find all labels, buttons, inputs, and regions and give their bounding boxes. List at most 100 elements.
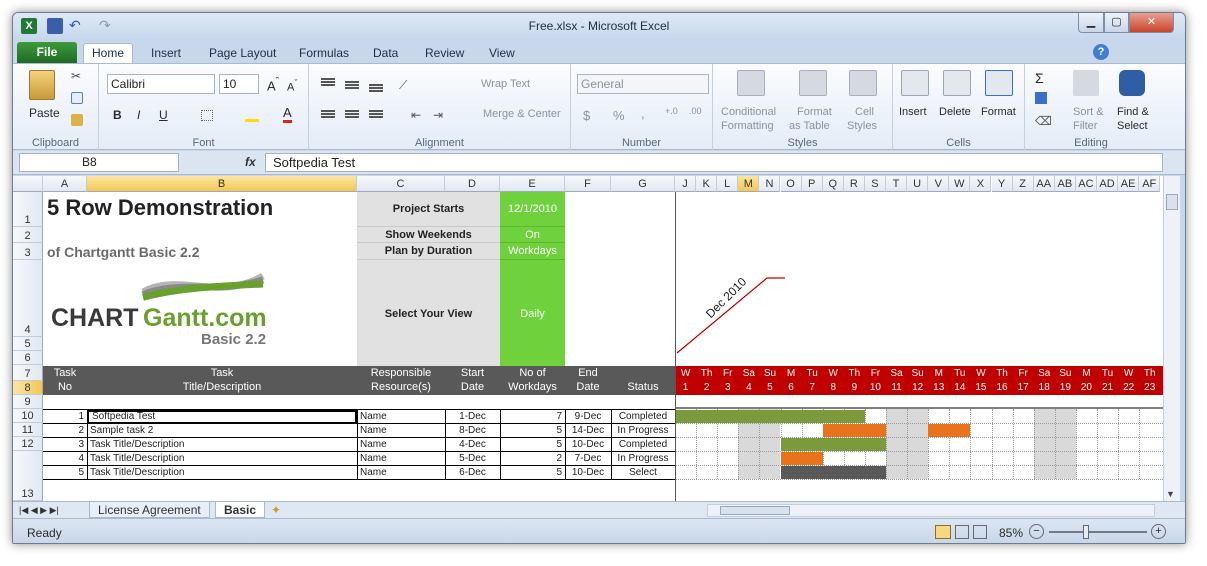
paste-icon[interactable]: [29, 70, 55, 100]
italic-icon[interactable]: I: [137, 108, 140, 122]
number-format-select[interactable]: General: [577, 74, 709, 94]
column-header-G[interactable]: G: [611, 176, 675, 192]
task-status[interactable]: In Progress: [611, 424, 675, 437]
column-header-O[interactable]: O: [780, 176, 802, 192]
task-start[interactable]: 4-Dec: [445, 438, 500, 451]
wrap-text-button[interactable]: Wrap Text: [481, 78, 530, 90]
zoom-slider[interactable]: [1049, 531, 1147, 533]
align-top-icon[interactable]: [321, 78, 335, 80]
format-cells-button[interactable]: Format: [981, 106, 1016, 118]
column-header-L[interactable]: L: [717, 176, 739, 192]
column-header-M[interactable]: M: [738, 176, 760, 192]
column-header-T[interactable]: T: [886, 176, 908, 192]
column-header-A[interactable]: A: [43, 176, 87, 192]
zoom-level[interactable]: 85%: [999, 526, 1023, 540]
cell-styles-icon[interactable]: [849, 70, 877, 96]
column-header-D[interactable]: D: [445, 176, 500, 192]
sort-filter-icon[interactable]: [1073, 70, 1099, 96]
task-workdays[interactable]: 5: [500, 466, 565, 479]
show-weekends-value[interactable]: On: [500, 227, 565, 243]
row-header-3[interactable]: 3: [13, 243, 43, 260]
help-icon[interactable]: ?: [1093, 44, 1109, 60]
increase-decimal-icon[interactable]: +.0: [665, 106, 678, 116]
format-painter-icon[interactable]: [71, 114, 83, 126]
row-header-9[interactable]: 9: [13, 395, 43, 409]
task-resource[interactable]: Name: [357, 424, 445, 437]
close-button[interactable]: ✕: [1129, 13, 1174, 33]
format-cells-icon[interactable]: [985, 70, 1013, 96]
tab-data[interactable]: Data: [365, 44, 406, 63]
column-header-P[interactable]: P: [801, 176, 823, 192]
delete-cells-icon[interactable]: [943, 70, 971, 96]
task-title[interactable]: Task Title/Description: [87, 452, 357, 465]
insert-cells-button[interactable]: Insert: [899, 106, 927, 118]
paste-button[interactable]: Paste: [29, 106, 60, 120]
horizontal-scrollbar-thumb[interactable]: [720, 506, 790, 515]
column-header-R[interactable]: R: [843, 176, 865, 192]
task-start[interactable]: 6-Dec: [445, 466, 500, 479]
format-as-table-label[interactable]: Format: [797, 106, 832, 118]
fill-color-icon[interactable]: [245, 108, 259, 122]
autosum-icon[interactable]: Σ: [1035, 70, 1044, 86]
format-as-table-icon[interactable]: [799, 70, 827, 96]
percent-icon[interactable]: %: [613, 108, 625, 123]
orientation-icon[interactable]: ⟋: [399, 78, 407, 93]
copy-icon[interactable]: [71, 92, 83, 104]
tab-review[interactable]: Review: [417, 44, 472, 63]
bold-icon[interactable]: B: [113, 108, 122, 122]
select-your-view-value[interactable]: Daily: [500, 260, 565, 368]
clear-icon[interactable]: ⌫: [1035, 114, 1052, 128]
name-box[interactable]: B8: [19, 153, 179, 172]
underline-icon[interactable]: U: [159, 108, 168, 122]
task-title[interactable]: Task Title/Description: [87, 466, 357, 479]
row-header-2[interactable]: 2: [13, 227, 43, 243]
sheet-tab-license[interactable]: License Agreement: [89, 502, 210, 518]
column-header-F[interactable]: F: [565, 176, 611, 192]
format-as-table-label-2[interactable]: as Table: [789, 120, 830, 132]
column-header-AF[interactable]: AF: [1139, 176, 1161, 192]
row-header-4[interactable]: 4: [13, 260, 43, 337]
task-status[interactable]: Select: [611, 466, 675, 479]
insert-cells-icon[interactable]: [901, 70, 929, 96]
task-workdays[interactable]: 7: [500, 410, 565, 423]
row-header-6[interactable]: 6: [13, 351, 43, 365]
row-header-11[interactable]: 11: [13, 423, 43, 437]
task-title[interactable]: Softpedia Test: [87, 410, 357, 424]
scrollbar-thumb[interactable]: [1166, 194, 1178, 210]
conditional-formatting-label[interactable]: Conditional: [721, 106, 776, 118]
formula-input[interactable]: Softpedia Test: [265, 153, 1163, 172]
task-start[interactable]: 8-Dec: [445, 424, 500, 437]
horizontal-scrollbar[interactable]: [707, 504, 1155, 517]
column-header-B[interactable]: B: [87, 176, 357, 192]
column-header-Z[interactable]: Z: [1012, 176, 1034, 192]
page-layout-view-icon[interactable]: [955, 525, 969, 539]
align-middle-icon[interactable]: [345, 81, 359, 83]
fill-icon[interactable]: [1035, 92, 1047, 104]
row-header-7[interactable]: 7: [13, 365, 43, 381]
borders-icon[interactable]: [201, 110, 213, 121]
currency-icon[interactable]: $: [583, 108, 590, 123]
task-workdays[interactable]: 5: [500, 438, 565, 451]
minimize-button[interactable]: ▁: [1078, 13, 1104, 33]
column-header-Y[interactable]: Y: [991, 176, 1013, 192]
decrease-decimal-icon[interactable]: .00: [689, 106, 702, 116]
task-status[interactable]: Completed: [611, 410, 675, 423]
row-header-8[interactable]: 8: [13, 381, 43, 395]
row-header-1[interactable]: 1: [13, 192, 43, 227]
task-workdays[interactable]: 5: [500, 424, 565, 437]
column-header-U[interactable]: U: [907, 176, 929, 192]
maximize-button[interactable]: ▢: [1104, 13, 1129, 33]
column-header-J[interactable]: J: [675, 176, 697, 192]
column-header-S[interactable]: S: [864, 176, 886, 192]
cut-icon[interactable]: ✂: [71, 70, 83, 82]
find-select-button[interactable]: Find &: [1117, 106, 1149, 118]
select-all-corner[interactable]: [13, 176, 43, 192]
increase-indent-icon[interactable]: ⇥: [433, 108, 443, 122]
merge-center-button[interactable]: Merge & Center: [483, 108, 561, 120]
sheet-nav-icons[interactable]: |◀ ◀ ▶ ▶|: [19, 502, 59, 518]
task-title[interactable]: Sample task 2: [87, 424, 357, 437]
worksheet-grid[interactable]: A B C D E F G J K L M N O P Q R S T U V W X Y Z AA AB AC AD AE AF 1 2 3 4…: [13, 176, 1163, 501]
row-header-5[interactable]: 5: [13, 337, 43, 351]
scroll-down-icon[interactable]: ▼: [1166, 489, 1175, 499]
task-start[interactable]: 5-Dec: [445, 452, 500, 465]
